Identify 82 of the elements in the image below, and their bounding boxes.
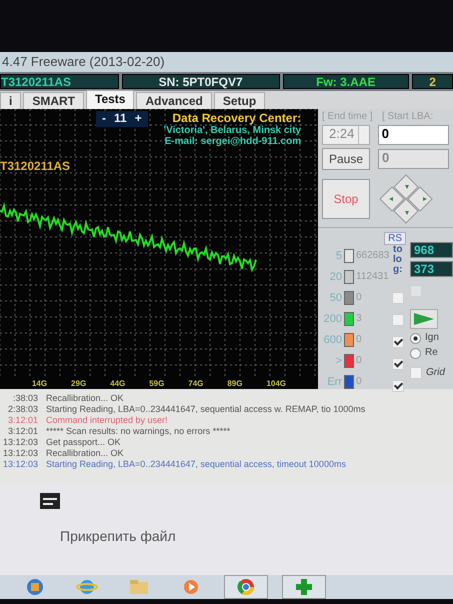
credit-title: Data Recovery Center: <box>171 111 302 125</box>
globe-icon <box>76 578 98 596</box>
axis-label: 104G <box>266 379 286 389</box>
axis-label: 29G <box>71 379 86 389</box>
plus-icon <box>293 578 315 596</box>
tab[interactable]: i <box>0 92 22 109</box>
log-time: 3:12:01 <box>6 415 38 426</box>
window-title: 4.47 Freeware (2013-02-20) <box>0 52 453 72</box>
block-count: 0 <box>356 355 362 366</box>
tab[interactable]: Tests <box>86 90 134 109</box>
radio-button[interactable] <box>410 332 421 344</box>
block-count: 0 <box>356 334 362 345</box>
file-icon <box>40 493 60 509</box>
axis-label: 59G <box>149 379 164 389</box>
wheel-icon <box>235 578 257 596</box>
log-message: Get passport... OK <box>46 437 121 448</box>
drive-info-field: 2 <box>412 74 453 89</box>
taskbar-button[interactable] <box>282 575 326 599</box>
block-count: 0 <box>356 292 362 303</box>
log-time: :38:03 <box>12 393 38 404</box>
log-time: 3:12:01 <box>6 426 38 437</box>
drive-label: T3120211AS <box>0 159 70 173</box>
direction-pad-icon[interactable] <box>378 173 434 225</box>
axis-label: 44G <box>110 379 126 389</box>
scale-value: 11 <box>114 111 127 127</box>
log-checkbox[interactable] <box>392 314 404 326</box>
start-lba-label: [ Start LBA: <box>382 111 434 122</box>
log-checkbox[interactable] <box>392 336 404 348</box>
axis-label: 74G <box>188 379 204 389</box>
drive-info-field: Fw: 3.AAE <box>282 74 410 89</box>
block-count: 3 <box>356 313 362 324</box>
grid-checkbox[interactable] <box>410 367 422 379</box>
start-lba-field[interactable]: 0 <box>378 125 449 145</box>
axis-label: 14G <box>32 379 48 389</box>
pause-button[interactable]: Pause <box>322 148 370 170</box>
block-time-label: 20 <box>328 270 342 282</box>
radio-button[interactable] <box>410 348 421 358</box>
readout-field: 373 <box>410 261 453 277</box>
block-time-label: > <box>334 354 342 366</box>
credit-line: 'Victoria', Belarus, Minsk city <box>164 125 302 136</box>
tab[interactable]: SMART <box>23 92 84 109</box>
taskbar-button[interactable] <box>224 575 268 599</box>
radio-label: Ign <box>425 332 439 344</box>
block-count: 662683 <box>356 250 390 261</box>
log-checkbox[interactable] <box>392 380 404 392</box>
log-message: Command interrupted by user! <box>46 415 168 426</box>
grid-label: Grid <box>426 367 445 379</box>
block-time-label: 600 <box>322 334 342 346</box>
folder-icon <box>128 578 150 596</box>
block-time-label: 200 <box>322 312 342 324</box>
orb-icon <box>24 578 46 596</box>
tab[interactable]: Advanced <box>136 92 212 109</box>
decrease-button[interactable]: - <box>102 111 106 127</box>
block-time-label: Err <box>326 376 342 388</box>
block-time-label: 50 <box>328 292 342 304</box>
block-count: 0 <box>356 376 362 387</box>
log-time: 13:12:03 <box>2 448 38 459</box>
credit-line: E-mail: sergei@hdd-911.com <box>164 136 302 147</box>
increase-button[interactable]: + <box>134 111 142 127</box>
attach-file-link[interactable]: Прикрепить файл <box>60 528 413 544</box>
log-message: Starting Reading, LBA=0..234441647, sequential access w. REMAP, tio 1000ms <box>46 404 366 415</box>
end-time-label: [ End time ] <box>322 111 374 122</box>
log-message: Recallibration... OK <box>46 393 124 404</box>
reset-button[interactable]: RS <box>384 232 406 245</box>
log-message: Starting Reading, LBA=0..234441647, sequential access, timeout 10000ms <box>46 459 346 470</box>
log-checkbox[interactable] <box>392 358 404 370</box>
drive-info-field: T3120211AS <box>0 74 119 89</box>
block-count: 112431 <box>356 271 389 282</box>
readout-field: 968 <box>410 242 453 258</box>
block-time-label: 5 <box>334 250 342 262</box>
log-time: 2:38:03 <box>6 404 38 415</box>
drive-info-field: SN: 5PT0FQV7 <box>122 74 280 89</box>
play-icon <box>413 312 435 326</box>
axis-label: 89G <box>227 379 242 389</box>
radio-label: Re <box>425 347 438 359</box>
log-time: 13:12:03 <box>2 459 38 470</box>
log-message: Recallibration... OK <box>46 448 124 459</box>
tab[interactable]: Setup <box>214 92 266 109</box>
log-message: ***** Scan results: no warnings, no errors ***** <box>46 426 230 437</box>
log-checkbox[interactable] <box>392 292 404 304</box>
log-time: 13:12:03 <box>2 437 38 448</box>
to-log-label: to log: <box>393 245 403 277</box>
